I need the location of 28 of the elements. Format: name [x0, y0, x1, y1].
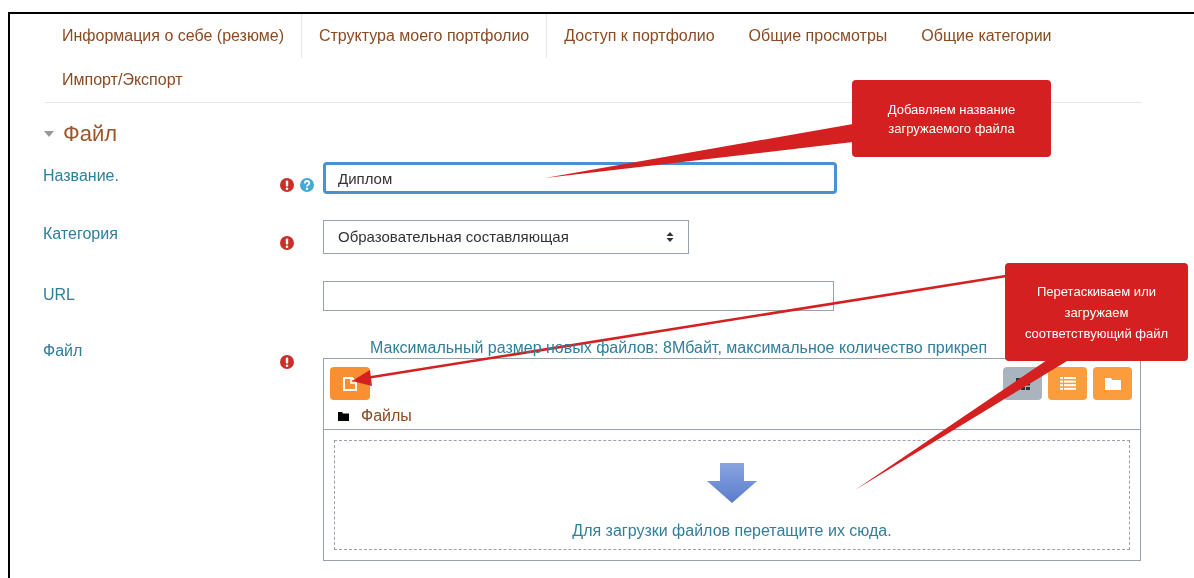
field-label: Файл — [43, 341, 84, 361]
callout: Перетаскиваем или загружаем соответствующий файл — [1005, 263, 1188, 361]
drop-hint: Для загрузки файлов перетащите их сюда. — [572, 521, 892, 541]
file-icon — [342, 375, 358, 392]
list-icon — [1059, 377, 1076, 390]
nav-tab[interactable]: Общие просмотры — [731, 14, 905, 58]
category-select[interactable]: Образовательная составляющая — [323, 220, 689, 254]
text-field[interactable] — [323, 281, 834, 311]
field-label: Название. — [43, 166, 120, 186]
view-mode-button[interactable] — [1048, 367, 1087, 400]
sort-caret-icon — [666, 231, 674, 243]
field-label: Категория — [43, 224, 119, 244]
help-icon[interactable] — [300, 178, 314, 192]
path-link[interactable]: Файлы — [361, 406, 412, 426]
add-file-button[interactable] — [330, 367, 370, 400]
folder-icon — [1104, 377, 1121, 390]
nav-tab[interactable]: Структура моего портфолио — [301, 14, 548, 58]
section-title: Файл — [63, 120, 118, 148]
down-arrow-icon — [707, 463, 757, 503]
nav-tab[interactable]: Информация о себе (резюме) — [45, 14, 302, 58]
collapse-icon[interactable] — [43, 128, 55, 139]
field-label: URL — [43, 285, 76, 305]
nav-tab[interactable]: Доступ к портфолио — [547, 14, 732, 58]
callout: Добавляем название загружаемого файла — [852, 80, 1051, 157]
nav-tab[interactable]: Общие категории — [904, 14, 1069, 58]
folder-icon — [338, 411, 349, 421]
text-field[interactable]: Диплом — [323, 162, 837, 194]
nav-tab[interactable]: Импорт/Экспорт — [45, 58, 200, 102]
